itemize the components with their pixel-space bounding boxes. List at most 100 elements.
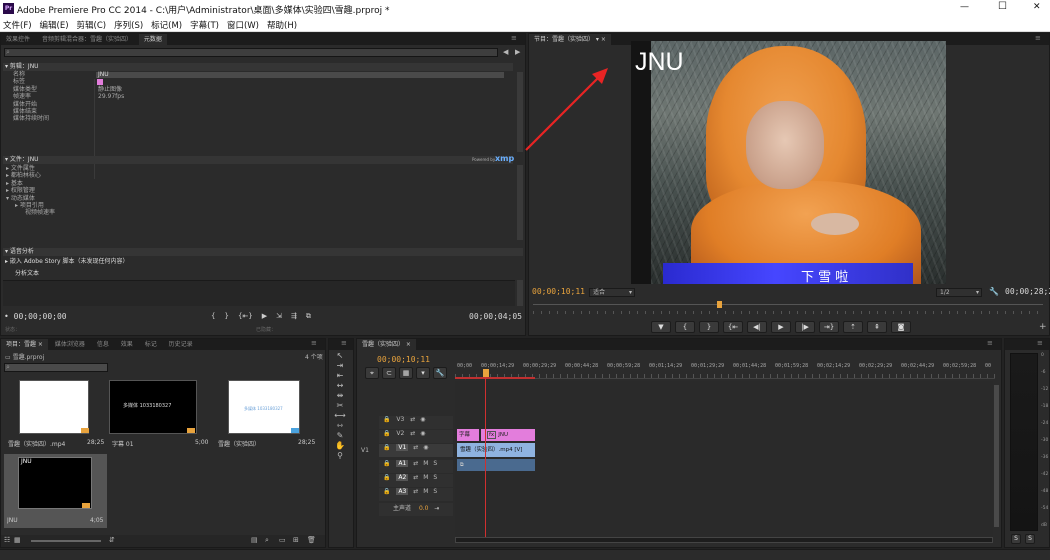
timeline-timecode[interactable]: 00;00;10;11	[377, 355, 430, 364]
tab-audio-clip-mixer[interactable]: 音频剪辑混合器：雪趣（实验四）	[37, 34, 137, 45]
icon-view-icon[interactable]: ▦	[14, 536, 21, 544]
menu-edit[interactable]: 编辑(E)	[40, 19, 69, 31]
marker-icon[interactable]: ▾	[416, 367, 430, 379]
mark-in-button[interactable]: {	[675, 321, 695, 333]
step-forward-button[interactable]: |▶	[795, 321, 815, 333]
solo-icon[interactable]: S	[433, 460, 437, 467]
export-frame-button[interactable]: ◙	[891, 321, 911, 333]
slip-tool-icon[interactable]: ⟷	[334, 411, 346, 421]
file-row-dynamic-media[interactable]: ▾ 动态媒体	[3, 195, 513, 202]
program-scrub-bar[interactable]	[533, 304, 1043, 314]
hand-tool-icon[interactable]: ✋	[334, 441, 346, 451]
project-item-selected[interactable]: JNU JNU 4;05	[4, 454, 107, 528]
play-button[interactable]: ▶	[771, 321, 791, 333]
snap-icon[interactable]: ⌖	[365, 367, 379, 379]
lock-icon[interactable]: 🔒	[383, 416, 390, 423]
new-item-icon[interactable]: ⊞	[293, 536, 299, 544]
jnu-clip[interactable]: fx JNU	[481, 429, 535, 441]
lock-icon[interactable]: 🔒	[383, 474, 390, 481]
menu-sequence[interactable]: 序列(S)	[114, 19, 143, 31]
mute-icon[interactable]: M	[423, 488, 428, 495]
toggle-sync-icon[interactable]: ⇄	[413, 488, 418, 495]
overwrite-icon[interactable]: ⇶	[291, 312, 297, 321]
step-back-button[interactable]: ◀|	[747, 321, 767, 333]
menu-help[interactable]: 帮助(H)	[267, 19, 297, 31]
mute-icon[interactable]: M	[423, 474, 428, 481]
work-area-bar[interactable]	[455, 377, 535, 379]
timeline-h-scrollbar[interactable]	[455, 537, 993, 543]
speech-embed-row[interactable]: ▸ 嵌入 Adobe Story 脚本（未发现任何内容）	[3, 258, 513, 265]
file-row-dublin-core[interactable]: ▸ 都柏林核心	[3, 172, 513, 179]
mark-in-icon[interactable]: {	[211, 312, 215, 321]
tab-markers[interactable]: 标记	[140, 339, 162, 350]
lock-icon[interactable]: 🔒	[383, 460, 390, 467]
source-patch-v1[interactable]: V1	[361, 447, 369, 454]
label-color-swatch[interactable]	[97, 79, 103, 86]
slide-tool-icon[interactable]: ⇿	[334, 421, 346, 431]
razor-tool-icon[interactable]: ✂	[334, 401, 346, 411]
solo-icon[interactable]: S	[433, 474, 437, 481]
toggle-sync-icon[interactable]: ⇄	[413, 444, 418, 451]
menu-marker[interactable]: 标记(M)	[151, 19, 182, 31]
clip-section-header[interactable]: ▾ 剪辑：JNU	[3, 63, 513, 71]
menu-window[interactable]: 窗口(W)	[227, 19, 259, 31]
tab-history[interactable]: 历史记录	[164, 339, 198, 350]
rolling-edit-tool-icon[interactable]: ↔	[334, 381, 346, 391]
minimize-button[interactable]: —	[960, 2, 969, 12]
tab-effects[interactable]: 效果	[116, 339, 138, 350]
file-scrollbar[interactable]	[517, 165, 523, 240]
go-to-in-button[interactable]: {⇤	[723, 321, 743, 333]
wrench-icon[interactable]: 🔧	[989, 287, 999, 296]
lock-icon[interactable]: 🔒	[383, 488, 390, 495]
master-volume[interactable]: 0.0	[419, 505, 429, 512]
insert-icon[interactable]: ⇲	[276, 312, 282, 321]
file-row-rights[interactable]: ▸ 权限管理	[3, 187, 513, 194]
toggle-sync-icon[interactable]: ⇄	[413, 474, 418, 481]
zoom-slider[interactable]	[31, 540, 101, 542]
export-frame-icon[interactable]: ⧉	[306, 312, 311, 321]
pen-tool-icon[interactable]: ✎	[334, 431, 346, 441]
mark-out-button[interactable]: }	[699, 321, 719, 333]
close-button[interactable]: ✕	[1033, 2, 1041, 12]
new-bin-icon[interactable]: ▭	[279, 536, 286, 544]
play-icon[interactable]: ▶	[262, 312, 267, 321]
go-to-out-button[interactable]: ⇥}	[819, 321, 839, 333]
toggle-sync-icon[interactable]: ⇄	[410, 416, 415, 423]
lock-icon[interactable]: 🔒	[383, 430, 390, 437]
eye-icon[interactable]: ◉	[423, 444, 428, 451]
ripple-edit-tool-icon[interactable]: ⇤	[334, 371, 346, 381]
menu-clip[interactable]: 剪辑(C)	[77, 19, 107, 31]
menu-file[interactable]: 文件(F)	[3, 19, 32, 31]
go-to-end-icon[interactable]: ⇥	[434, 505, 439, 512]
arrow-left-icon[interactable]: ◀	[503, 48, 508, 56]
file-row-basic[interactable]: ▸ 基本	[3, 180, 513, 187]
title-clip[interactable]: 字幕	[457, 429, 479, 441]
speech-section-header[interactable]: ▾ 语音分析	[3, 248, 523, 256]
extract-button[interactable]: ⇞	[867, 321, 887, 333]
mark-out-icon[interactable]: }	[224, 312, 228, 321]
eye-icon[interactable]: ◉	[420, 430, 425, 437]
file-section-header[interactable]: ▾ 文件：JNU Powered by xmp	[3, 155, 514, 164]
project-item[interactable]: 多媒体 1033180327 雪趣（实验四） 28;25	[216, 377, 321, 457]
project-search-input[interactable]	[4, 363, 108, 372]
arrow-right-icon[interactable]: ▶	[515, 48, 520, 56]
mute-icon[interactable]: M	[423, 460, 428, 467]
solo-right-button[interactable]: S	[1025, 534, 1035, 544]
zoom-tool-icon[interactable]: ⚲	[334, 451, 346, 461]
file-row-properties[interactable]: ▸ 文件属性	[3, 165, 513, 172]
program-playhead[interactable]	[717, 301, 722, 308]
selection-tool-icon[interactable]: ↖	[334, 351, 346, 361]
menu-title[interactable]: 字幕(T)	[190, 19, 219, 31]
track-select-tool-icon[interactable]: ⇥	[334, 361, 346, 371]
lock-icon[interactable]: 🔒	[383, 444, 390, 451]
tab-program[interactable]: 节目：雪趣（实验四） ▾ ×	[529, 34, 611, 45]
panel-menu-icon[interactable]: ≡	[1035, 34, 1041, 42]
automate-icon[interactable]: ▤	[251, 536, 258, 544]
trash-icon[interactable]: 🗑	[307, 536, 316, 544]
add-button[interactable]: +	[1039, 322, 1047, 332]
tab-sequence[interactable]: 雪趣（实验四） ×	[357, 339, 416, 350]
solo-icon[interactable]: S	[433, 488, 437, 495]
audio-clip[interactable]: ⧉	[457, 459, 535, 471]
tab-media-browser[interactable]: 媒体浏览器	[50, 339, 90, 350]
wrench-icon[interactable]: 🔧	[433, 367, 447, 379]
